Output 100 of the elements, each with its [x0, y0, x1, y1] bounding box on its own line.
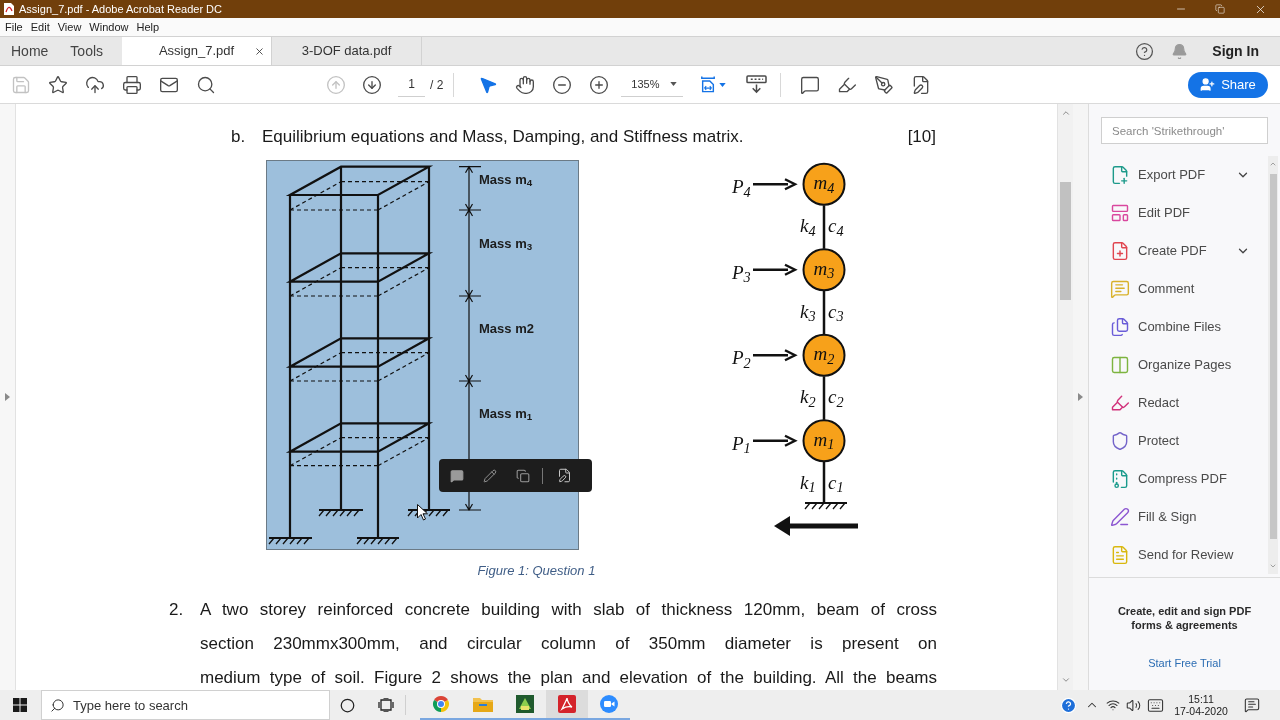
link-line: [822, 290, 826, 335]
video-camera-icon: [600, 695, 618, 713]
files-icon: [1110, 317, 1130, 337]
nav-tab[interactable]: Home: [0, 37, 60, 65]
menu-item[interactable]: Window: [85, 18, 133, 36]
link-line: [822, 205, 826, 249]
arrow-down-circle-icon: [362, 74, 382, 95]
mass-label: Mass m2: [479, 320, 534, 338]
caret-icon: [670, 82, 678, 86]
close-tab-icon[interactable]: [254, 46, 265, 57]
task-view-icon: [378, 698, 394, 712]
document-plus-icon: [1110, 165, 1130, 185]
force-arrow: [753, 349, 798, 362]
link-line: [822, 376, 826, 420]
mass-node: [802, 419, 846, 463]
promo-text: Create, edit and sign PDF forms & agreements: [1116, 604, 1253, 632]
search-field[interactable]: Search 'Strikethrough': [1101, 117, 1268, 144]
mass-symbol: m$_{1}$: [812, 428, 836, 451]
menu-item[interactable]: Edit: [26, 18, 54, 36]
document-tile-icon: [558, 695, 576, 713]
tool-item[interactable]: Fill & Sign: [1089, 498, 1268, 536]
tool-item[interactable]: Organize Pages: [1089, 346, 1268, 384]
share-button[interactable]: Share: [1188, 71, 1268, 98]
pdf-file-icon: [4, 3, 14, 15]
scrollbar-thumb[interactable]: [1060, 182, 1071, 300]
mass-label: Mass m$_{3}$: [479, 235, 533, 253]
damping-symbol: c$_{4}$: [828, 215, 844, 238]
menu-item[interactable]: File: [1, 18, 27, 36]
clock-button[interactable]: 15:11 17-04-2020: [1170, 690, 1232, 720]
mass-symbol: m$_{2}$: [812, 343, 836, 366]
circle-icon: [339, 697, 355, 713]
mouse-pointer-icon: [417, 504, 428, 521]
document-tab[interactable]: Assign_7.pdf: [122, 37, 272, 65]
list-marker: 2.: [169, 599, 185, 621]
layout-icon: [1110, 203, 1130, 223]
sign-in-button[interactable]: Sign In: [1212, 40, 1259, 62]
question-text: Equilibrium equations and Mass, Damping, and Stiffness matrix.: [262, 126, 744, 149]
menu-item[interactable]: Help: [132, 18, 164, 36]
round-logo-icon: [432, 695, 450, 713]
document-icon: [1110, 545, 1130, 565]
pen-icon: [1110, 507, 1130, 527]
add-person-icon: [1200, 77, 1216, 92]
arrow-up-circle-icon: [326, 74, 346, 95]
tool-item[interactable]: Compress PDF: [1089, 460, 1268, 498]
tool-item[interactable]: Combine Files: [1089, 308, 1268, 346]
figure-caption: Figure 1: Question 1: [477, 562, 596, 581]
tool-item[interactable]: Comment: [1089, 270, 1268, 308]
tool-item[interactable]: Redact: [1089, 384, 1268, 422]
app-tile-icon: [516, 695, 534, 713]
scrollbar-thumb[interactable]: [1269, 174, 1277, 539]
mass-node: [802, 162, 846, 206]
highlighter-icon: [1110, 393, 1130, 413]
tool-item[interactable]: Send for Review: [1089, 536, 1268, 574]
marks-label: [10]: [907, 126, 936, 149]
zip-file-icon: [1110, 469, 1130, 489]
windows-logo-icon: [13, 698, 27, 712]
tool-item[interactable]: Export PDF: [1089, 156, 1268, 194]
force-symbol: P$_{2}$: [732, 347, 751, 370]
question-text: A two storey reinforced concrete building with slab of thickness 120mm, beam of cross section 230mmx300mm, and circular column of 350mm diameter is present on medium type of soil. Figure 2 shows the plan and elevation of the building. All the beams: [200, 599, 937, 689]
tool-item[interactable]: Create PDF: [1089, 232, 1268, 270]
damping-symbol: c$_{1}$: [828, 471, 844, 494]
search-icon: [50, 698, 65, 713]
window-title: Assign_7.pdf - Adobe Acrobat Reader DC: [19, 1, 222, 17]
help-button[interactable]: [1133, 40, 1156, 62]
damping-symbol: c$_{2}$: [828, 386, 844, 409]
star-icon: [47, 74, 68, 95]
nav-tab[interactable]: Tools: [59, 37, 115, 65]
columns-icon: [1110, 355, 1130, 375]
zoom-out-icon: [551, 74, 572, 95]
help-icon[interactable]: [1060, 696, 1077, 714]
bell-icon: [1170, 42, 1188, 60]
force-symbol: P$_{4}$: [732, 176, 751, 199]
taskbar-app[interactable]: [546, 690, 588, 720]
search-icon: [195, 74, 216, 95]
mass-label: Mass m$_{4}$: [479, 171, 533, 189]
scrollbar-track[interactable]: [1058, 104, 1073, 690]
expand-arrow-icon[interactable]: [1078, 393, 1083, 401]
tool-item[interactable]: Edit PDF: [1089, 194, 1268, 232]
free-trial-link[interactable]: Start Free Trial: [1148, 655, 1221, 672]
zoom-field[interactable]: 135%: [621, 72, 684, 97]
list-marker: b.: [231, 126, 247, 149]
force-arrow: [753, 178, 798, 191]
page-count: / 2: [430, 76, 444, 94]
scrollbar-track[interactable]: [1268, 156, 1278, 574]
mass-symbol: m$_{3}$: [812, 257, 836, 280]
search-field[interactable]: Type here to search: [41, 690, 330, 720]
stiffness-symbol: k$_{2}$: [800, 386, 816, 409]
help-icon: [1134, 41, 1154, 61]
expand-arrow-icon[interactable]: [5, 393, 10, 401]
document-pen-icon: [556, 468, 572, 483]
tool-item[interactable]: Protect: [1089, 422, 1268, 460]
menu-item[interactable]: View: [53, 18, 86, 36]
zoom-in-icon: [588, 74, 609, 95]
notification-icon[interactable]: [1244, 697, 1260, 713]
speaker-icon[interactable]: [1126, 697, 1141, 713]
keyboard-icon[interactable]: [1147, 696, 1164, 714]
page-number-field[interactable]: 1: [398, 72, 425, 97]
wifi-icon[interactable]: [1106, 698, 1120, 712]
comment-icon: [1110, 279, 1130, 299]
comment-icon: [799, 74, 820, 95]
